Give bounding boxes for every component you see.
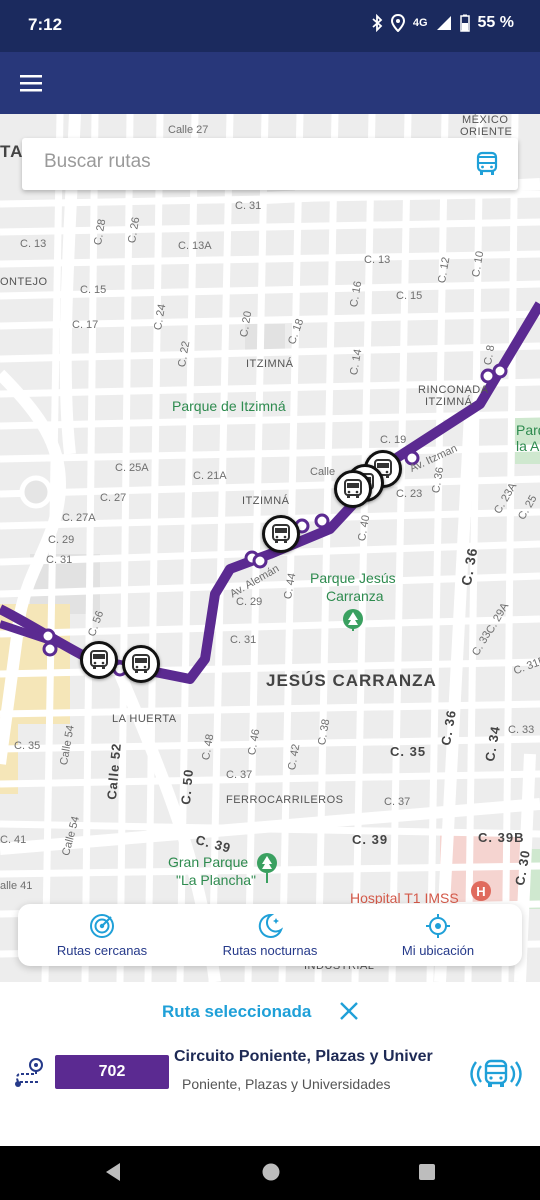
home-icon[interactable] xyxy=(261,1162,281,1187)
map-label: C. 21A xyxy=(193,470,227,482)
map-label: Calle xyxy=(310,466,336,478)
map-label: C. 37 xyxy=(384,796,411,808)
map-label: Parq xyxy=(516,422,540,438)
map-label: C. 27 xyxy=(100,492,127,504)
status-bar: 7:12 4G 55 % xyxy=(0,0,540,52)
map-label: Gran Parque xyxy=(168,854,249,870)
map-label: C. 39B xyxy=(478,830,525,845)
map-label: C. 33 xyxy=(508,724,535,736)
route-description: Poniente, Plazas y Universidades xyxy=(182,1076,391,1092)
bus-icon[interactable] xyxy=(474,151,500,177)
bluetooth-icon xyxy=(371,14,383,32)
map-label: LA HUERTA xyxy=(112,713,177,725)
map-label: C. 31 xyxy=(230,634,257,646)
app-bar xyxy=(0,52,540,114)
bus-marker[interactable] xyxy=(80,641,118,679)
map-label: C. 35 xyxy=(14,740,41,752)
live-bus-icon[interactable] xyxy=(468,1054,524,1094)
search-bar[interactable] xyxy=(22,138,518,190)
map-label: ITZIMNÁ xyxy=(425,396,473,408)
search-input[interactable] xyxy=(44,151,444,173)
map-label: C. 31 xyxy=(46,554,73,566)
hospital-icon: H xyxy=(471,881,491,901)
crosshair-icon xyxy=(426,913,450,938)
bus-marker[interactable] xyxy=(122,645,160,683)
map-label: MÉXICO xyxy=(462,114,509,126)
network-type: 4G xyxy=(412,17,428,29)
route-number-badge[interactable]: 702 xyxy=(55,1055,169,1089)
bus-icon xyxy=(132,654,150,673)
map-label: RINCONADA xyxy=(418,384,489,396)
quick-action-label: Mi ubicación xyxy=(401,942,475,958)
map-label: "La Plancha" xyxy=(176,872,256,888)
bus-icon xyxy=(90,650,108,669)
map-label: C. 19 xyxy=(380,434,407,446)
status-icons: 4G 55 % xyxy=(371,14,514,32)
back-icon[interactable] xyxy=(104,1162,122,1187)
map-label: C. 41 xyxy=(0,834,27,846)
map-label: C. 39 xyxy=(352,832,389,847)
panel-title: Ruta seleccionada xyxy=(162,1002,312,1021)
map-label: ITZIMNÁ xyxy=(242,495,290,507)
map-label: ONTEJO xyxy=(0,276,48,288)
map-label: TA xyxy=(0,142,24,161)
map-label: Carranza xyxy=(326,588,384,604)
bus-marker[interactable] xyxy=(262,515,300,553)
battery-icon xyxy=(459,14,470,32)
status-time: 7:12 xyxy=(28,15,63,34)
map-label: C. 31 xyxy=(235,200,262,212)
map-view[interactable]: Calle 27 MÉXICO ORIENTE TA C. 31 C. 13 O… xyxy=(0,114,540,982)
map-label: C. 25A xyxy=(115,462,149,474)
bus-marker[interactable] xyxy=(334,470,372,508)
svg-text:H: H xyxy=(476,884,485,899)
map-label: C. 15 xyxy=(80,284,107,296)
map-label: C. 23 xyxy=(396,488,423,500)
map-label: alle 41 xyxy=(0,880,33,892)
signal-icon xyxy=(436,15,452,31)
hamburger-menu-icon[interactable] xyxy=(18,68,48,98)
map-label: Parque Jesús xyxy=(310,570,396,586)
map-label: C. 13A xyxy=(178,240,212,252)
bus-icon xyxy=(272,524,290,543)
nearby-routes-button[interactable]: Rutas cercanas xyxy=(18,904,186,966)
map-label: FERROCARRILEROS xyxy=(226,794,344,806)
map-label: C. 37 xyxy=(226,769,253,781)
bus-icon xyxy=(344,479,362,498)
route-pin-icon xyxy=(12,1056,46,1090)
battery-percent: 55 % xyxy=(477,14,514,31)
map-label: C. 17 xyxy=(72,319,99,331)
map-label: C. 50 xyxy=(178,768,197,806)
close-icon[interactable] xyxy=(338,1000,360,1022)
quick-actions-bar: Rutas cercanas Rutas nocturnas Mi ubicac… xyxy=(18,904,522,966)
quick-action-label: Rutas cercanas xyxy=(56,942,148,958)
route-name: Circuito Poniente, Plazas y Univer xyxy=(174,1048,433,1065)
park-tree-icon xyxy=(343,609,363,631)
map-label: C. 35 xyxy=(390,744,427,759)
map-label: ITZIMNÁ xyxy=(246,358,294,370)
recents-icon[interactable] xyxy=(418,1162,436,1187)
map-label: la A xyxy=(516,438,540,454)
location-icon xyxy=(390,14,405,32)
map-label: JESÚS CARRANZA xyxy=(266,671,437,690)
map-label: ORIENTE xyxy=(460,126,513,138)
map-label: C. 15 xyxy=(396,290,423,302)
park-tree-icon xyxy=(257,853,277,883)
moon-stars-icon xyxy=(258,913,284,938)
selected-route-panel: Ruta seleccionada 702 Circuito Poniente,… xyxy=(0,982,540,1146)
map-label: C. 13 xyxy=(364,254,391,266)
map-label: C. 13 xyxy=(20,238,47,250)
map-label: C. 27A xyxy=(62,512,96,524)
radar-icon xyxy=(90,913,114,938)
map-label: Parque de Itzimná xyxy=(172,398,286,414)
system-nav-bar xyxy=(0,1146,540,1200)
map-label: Calle 27 xyxy=(168,124,209,136)
my-location-button[interactable]: Mi ubicación xyxy=(354,904,522,966)
map-label: C. 29 xyxy=(236,596,263,608)
map-label: C. 29 xyxy=(48,534,75,546)
quick-action-label: Rutas nocturnas xyxy=(222,942,318,958)
night-routes-button[interactable]: Rutas nocturnas xyxy=(186,904,354,966)
